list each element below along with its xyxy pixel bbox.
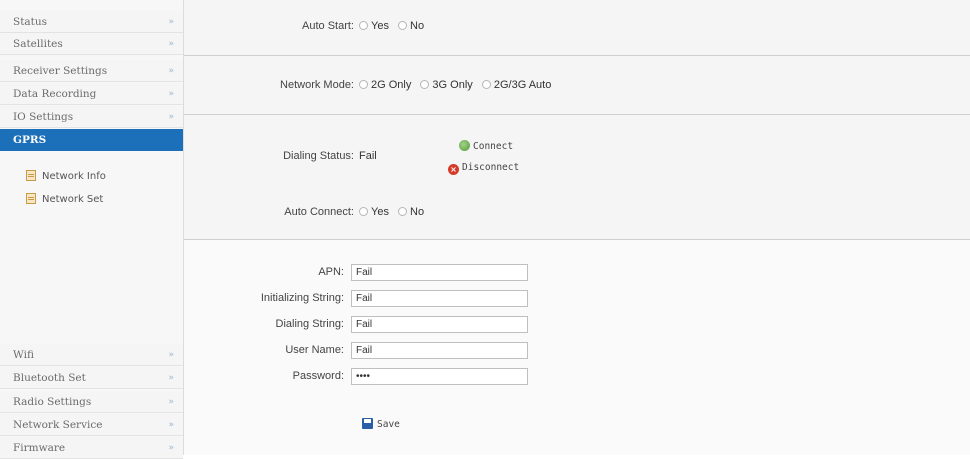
chevron-down-icon: » <box>168 397 174 407</box>
sidebar-item-label: IO Settings <box>13 111 74 123</box>
disconnect-label: Disconnect <box>462 162 520 173</box>
dial-string-label: Dialing String: <box>275 318 344 330</box>
auto-connect-label: Auto Connect: <box>284 206 354 218</box>
auto-start-no-radio[interactable] <box>398 21 408 30</box>
sidebar-item-label: Data Recording <box>13 88 97 100</box>
password-input[interactable] <box>351 368 528 385</box>
sidebar-item-label: Network Service <box>13 419 103 431</box>
network-mode-2g-radio[interactable] <box>359 80 368 89</box>
radio-label: Yes <box>371 20 389 32</box>
dialing-status-label: Dialing Status: <box>283 150 354 162</box>
radio-label: Yes <box>371 206 389 218</box>
save-button[interactable]: Save <box>362 418 400 430</box>
auto-connect-no-radio[interactable] <box>398 207 408 216</box>
page-icon <box>26 193 36 204</box>
sidebar-item-wifi[interactable]: Wifi » <box>0 344 183 366</box>
auto-start-label: Auto Start: <box>302 20 354 32</box>
dial-string-input[interactable] <box>351 316 528 333</box>
radio-label: 2G Only <box>371 79 412 91</box>
sidebar-subitem-label: Network Info <box>42 171 106 182</box>
sidebar-item-status[interactable]: Status » <box>0 11 183 33</box>
sidebar-item-label: Status <box>13 16 48 28</box>
network-mode-3g-radio[interactable] <box>420 80 430 89</box>
init-string-label: Initializing String: <box>260 292 344 304</box>
auto-start-radio-group: Yes No <box>359 20 430 32</box>
sidebar-item-label: Satellites <box>13 38 63 50</box>
auto-connect-radio-group: Yes No <box>359 206 430 218</box>
user-name-label: User Name: <box>285 344 344 356</box>
chevron-down-icon: » <box>168 112 174 122</box>
connect-label: Connect <box>473 141 514 152</box>
dialing-section <box>184 115 970 239</box>
sidebar-item-label: Firmware <box>13 442 66 454</box>
sidebar: Status » Satellites » Receiver Settings … <box>0 0 184 459</box>
sidebar-item-bluetooth-set[interactable]: Bluetooth Set » <box>0 367 183 389</box>
page-icon <box>26 170 36 181</box>
sidebar-item-radio-settings[interactable]: Radio Settings » <box>0 391 183 413</box>
connect-icon <box>459 140 470 151</box>
radio-label: No <box>410 206 425 218</box>
disconnect-button[interactable]: × Disconnect <box>448 162 519 175</box>
sidebar-item-firmware[interactable]: Firmware » <box>0 437 183 459</box>
dialing-status-value: Fail <box>359 150 377 162</box>
sidebar-subitem-network-info[interactable]: Network Info <box>26 169 106 185</box>
network-mode-label: Network Mode: <box>280 79 354 91</box>
sidebar-item-satellites[interactable]: Satellites » <box>0 33 183 55</box>
radio-label: No <box>410 20 425 32</box>
connect-button[interactable]: Connect <box>459 140 513 152</box>
radio-label: 3G Only <box>432 79 473 91</box>
sidebar-item-io-settings[interactable]: IO Settings » <box>0 106 183 128</box>
sidebar-item-gprs[interactable]: GPRS <box>0 129 183 151</box>
password-label: Password: <box>292 370 344 382</box>
chevron-down-icon: » <box>168 39 174 49</box>
sidebar-item-label: Receiver Settings <box>13 65 108 77</box>
save-label: Save <box>377 419 400 430</box>
save-icon <box>362 418 373 429</box>
close-icon: × <box>448 164 459 175</box>
chevron-down-icon: » <box>168 373 174 383</box>
chevron-down-icon: » <box>168 350 174 360</box>
network-mode-radio-group: 2G Only 3G Only 2G/3G Auto <box>359 79 557 91</box>
sidebar-item-label: GPRS <box>13 134 47 146</box>
sidebar-item-label: Bluetooth Set <box>13 372 86 384</box>
apn-label: APN: <box>318 266 344 278</box>
chevron-down-icon: » <box>168 66 174 76</box>
apn-input[interactable] <box>351 264 528 281</box>
sidebar-subitem-label: Network Set <box>42 194 104 205</box>
network-mode-auto-radio[interactable] <box>481 80 491 89</box>
main-panel: Auto Start: Yes No Network Mode: 2G Only… <box>184 0 970 455</box>
sidebar-item-data-recording[interactable]: Data Recording » <box>0 83 183 105</box>
radio-label: 2G/3G Auto <box>493 79 552 91</box>
sidebar-item-label: Wifi <box>13 349 34 361</box>
chevron-down-icon: » <box>168 443 174 453</box>
init-string-input[interactable] <box>351 290 528 307</box>
auto-start-yes-radio[interactable] <box>359 21 368 30</box>
chevron-down-icon: » <box>168 17 174 27</box>
sidebar-item-network-service[interactable]: Network Service » <box>0 414 183 436</box>
chevron-down-icon: » <box>168 420 174 430</box>
user-name-input[interactable] <box>351 342 528 359</box>
sidebar-item-receiver-settings[interactable]: Receiver Settings » <box>0 60 183 82</box>
chevron-down-icon: » <box>168 89 174 99</box>
sidebar-item-label: Radio Settings <box>13 396 92 408</box>
auto-connect-yes-radio[interactable] <box>359 207 368 216</box>
sidebar-subitem-network-set[interactable]: Network Set <box>26 192 103 208</box>
